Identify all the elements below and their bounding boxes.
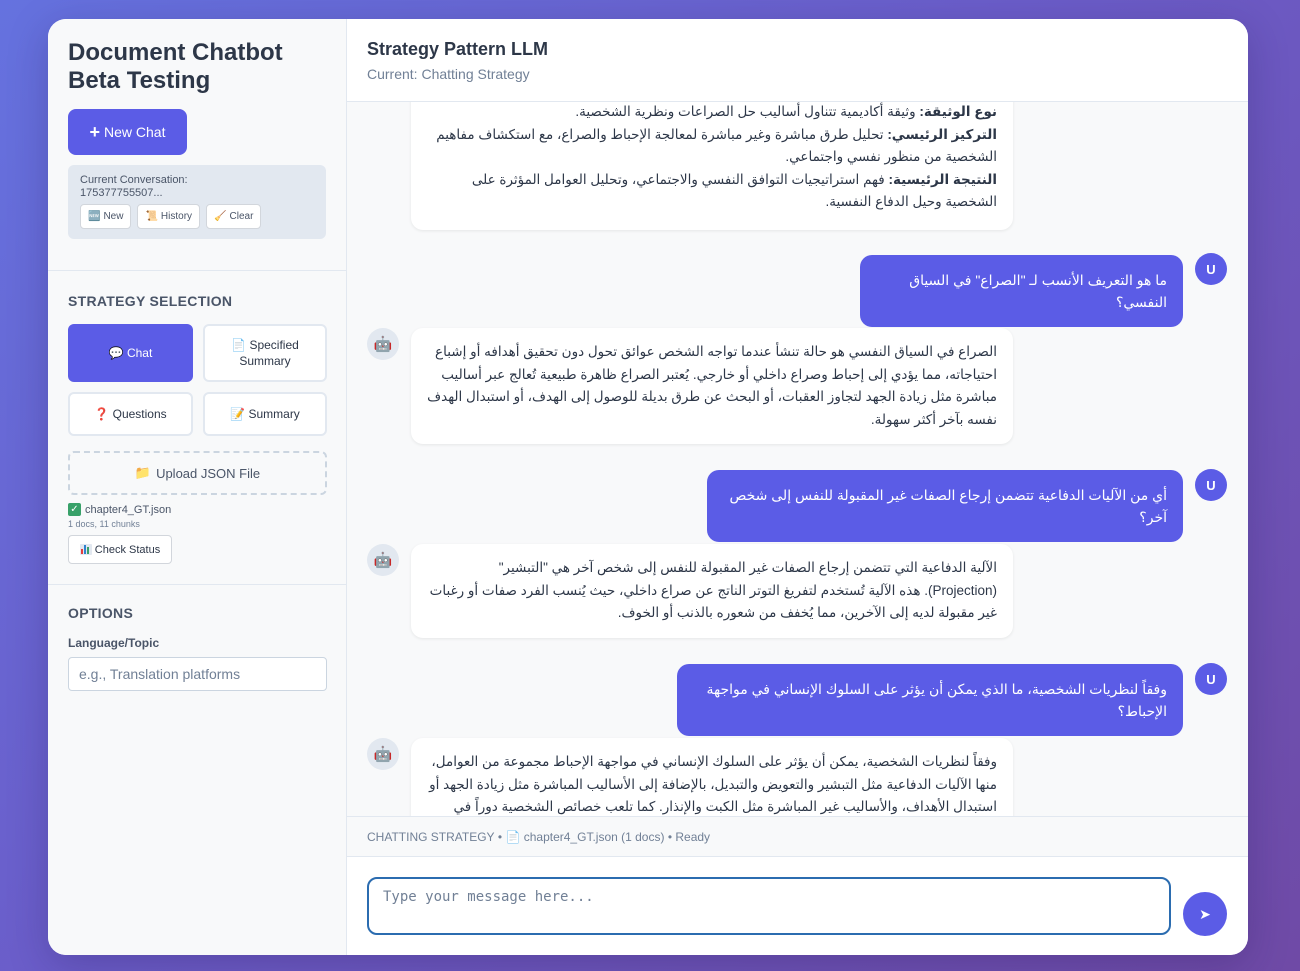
send-button[interactable]: ➤ bbox=[1183, 892, 1227, 936]
options-section-title: OPTIONS bbox=[68, 605, 134, 621]
check-status-label: Check Status bbox=[94, 543, 161, 556]
conversation-id: 175377755507... bbox=[80, 187, 163, 199]
clear-button[interactable]: 🧹 Clear bbox=[206, 204, 262, 229]
user-message: ما هو التعريف الأنسب لـ "الصراع" في السي… bbox=[860, 255, 1183, 327]
bot-message: الآلية الدفاعية التي تتضمن إرجاع الصفات … bbox=[411, 544, 1013, 638]
folder-icon: 📁 bbox=[134, 465, 152, 480]
send-icon: ➤ bbox=[1199, 905, 1211, 922]
broom-icon: 🧹 bbox=[214, 211, 227, 222]
clear-label: Clear bbox=[229, 211, 254, 222]
strategy-chat-label: Chat bbox=[126, 346, 153, 360]
strategy-section-title: STRATEGY SELECTION bbox=[68, 293, 233, 309]
app-title: Document Chatbot Beta Testing bbox=[68, 39, 283, 94]
bot-message: نوع الوثيقة: وثيقة أكاديمية تتناول أسالي… bbox=[411, 102, 1013, 230]
user-avatar: U bbox=[1195, 469, 1227, 501]
upload-json-button[interactable]: 📁 Upload JSON File bbox=[68, 451, 327, 495]
bot-message-bubble: وفقاً لنظريات الشخصية، يمكن أن يؤثر على … bbox=[411, 738, 1013, 816]
topic-input[interactable] bbox=[68, 657, 327, 691]
topic-label: Language/Topic bbox=[68, 636, 160, 650]
status-strategy: CHATTING STRATEGY bbox=[367, 829, 495, 844]
upload-json-label: Upload JSON File bbox=[156, 465, 261, 481]
strategy-section: STRATEGY SELECTION 💬 Chat 📄 Specified Su… bbox=[48, 271, 346, 585]
conversation-panel: Current Conversation: 175377755507... 🆕 … bbox=[68, 165, 326, 239]
user-avatar: U bbox=[1195, 253, 1227, 285]
bot-message-bubble: الصراع في السياق النفسي هو حالة تنشأ عند… bbox=[411, 328, 1013, 444]
message-line: النتيجة الرئيسية: فهم استراتيجيات التواف… bbox=[427, 169, 997, 214]
strategy-summary-label: Summary bbox=[248, 407, 300, 421]
uploaded-file-name: chapter4_GT.json bbox=[85, 503, 172, 516]
question-mark-icon: ❓ bbox=[94, 407, 110, 421]
strategy-questions-label: Questions bbox=[112, 407, 167, 421]
user-message-bubble: ما هو التعريف الأنسب لـ "الصراع" في السي… bbox=[860, 255, 1183, 327]
message-line-bold: نوع الوثيقة: bbox=[919, 104, 997, 119]
separator: • bbox=[494, 829, 506, 844]
strategy-questions-button[interactable]: ❓ Questions bbox=[68, 392, 193, 436]
history-label: History bbox=[160, 211, 193, 222]
status-bar: CHATTING STRATEGY • 📄 chapter4_GT.json (… bbox=[347, 816, 1248, 857]
check-status-button[interactable]: Check Status bbox=[68, 535, 172, 564]
options-section: OPTIONS Language/Topic bbox=[48, 585, 346, 711]
bot-message: الصراع في السياق النفسي هو حالة تنشأ عند… bbox=[411, 328, 1013, 444]
bot-message-bubble: نوع الوثيقة: وثيقة أكاديمية تتناول أسالي… bbox=[411, 102, 1013, 230]
document-icon: 📄 bbox=[231, 338, 247, 352]
conversation-label: Current Conversation: bbox=[80, 174, 188, 186]
strategy-specified-summary-label: Specified Summary bbox=[239, 338, 299, 368]
document-icon: 📄 bbox=[505, 829, 521, 844]
separator: • bbox=[664, 829, 676, 844]
app-window: Document Chatbot Beta Testing + New Chat… bbox=[48, 19, 1248, 955]
strategy-specified-summary-button[interactable]: 📄 Specified Summary bbox=[203, 324, 327, 382]
checkmark-icon: ✓ bbox=[68, 503, 81, 516]
new-conversation-label: New bbox=[103, 211, 124, 222]
new-chat-label: New Chat bbox=[104, 124, 166, 140]
composer: ➤ bbox=[347, 857, 1248, 955]
scroll-icon: 📜 bbox=[145, 211, 158, 222]
uploaded-file-meta: 1 docs, 11 chunks bbox=[68, 519, 140, 529]
message-line: التركيز الرئيسي: تحليل طرق مباشرة وغير م… bbox=[427, 124, 997, 169]
message-line-text: وثيقة أكاديمية تتناول أساليب حل الصراعات… bbox=[575, 104, 920, 119]
bot-message: وفقاً لنظريات الشخصية، يمكن أن يؤثر على … bbox=[411, 738, 1013, 816]
sidebar: Document Chatbot Beta Testing + New Chat… bbox=[48, 19, 347, 955]
strategy-chat-button[interactable]: 💬 Chat bbox=[68, 324, 193, 382]
status-state: Ready bbox=[675, 829, 711, 844]
user-message-bubble: أي من الآليات الدفاعية تتضمن إرجاع الصفا… bbox=[707, 470, 1183, 542]
user-message-bubble: وفقاً لنظريات الشخصية، ما الذي يمكن أن ي… bbox=[677, 664, 1183, 736]
new-icon: 🆕 bbox=[88, 211, 101, 222]
plus-icon: + bbox=[89, 121, 101, 142]
history-button[interactable]: 📜 History bbox=[137, 204, 201, 229]
sidebar-header: Document Chatbot Beta Testing + New Chat… bbox=[48, 19, 346, 271]
user-avatar: U bbox=[1195, 663, 1227, 695]
message-input[interactable] bbox=[367, 877, 1171, 935]
new-chat-button[interactable]: + New Chat bbox=[68, 109, 187, 155]
status-file: chapter4_GT.json (1 docs) bbox=[523, 829, 665, 844]
message-list[interactable]: نوع الوثيقة: وثيقة أكاديمية تتناول أسالي… bbox=[347, 102, 1248, 816]
main-panel: Strategy Pattern LLM Current: Chatting S… bbox=[347, 19, 1248, 955]
memo-icon: 📝 bbox=[230, 407, 246, 421]
speech-bubble-icon: 💬 bbox=[108, 346, 124, 360]
bot-message-bubble: الآلية الدفاعية التي تتضمن إرجاع الصفات … bbox=[411, 544, 1013, 638]
message-line-bold: التركيز الرئيسي: bbox=[887, 126, 997, 142]
main-header: Strategy Pattern LLM Current: Chatting S… bbox=[347, 19, 1248, 102]
user-message: وفقاً لنظريات الشخصية، ما الذي يمكن أن ي… bbox=[677, 664, 1183, 736]
message-line: نوع الوثيقة: وثيقة أكاديمية تتناول أسالي… bbox=[427, 102, 997, 124]
robot-icon: 🤖 bbox=[367, 544, 399, 576]
robot-icon: 🤖 bbox=[367, 328, 399, 360]
user-message: أي من الآليات الدفاعية تتضمن إرجاع الصفا… bbox=[707, 470, 1183, 542]
current-strategy: Current: Chatting Strategy bbox=[367, 66, 530, 82]
bar-chart-icon bbox=[79, 544, 92, 555]
robot-icon: 🤖 bbox=[367, 738, 399, 770]
message-line-bold: النتيجة الرئيسية: bbox=[888, 171, 997, 187]
strategy-summary-button[interactable]: 📝 Summary bbox=[203, 392, 327, 436]
uploaded-file: ✓ chapter4_GT.json bbox=[68, 503, 326, 516]
main-title: Strategy Pattern LLM bbox=[367, 39, 549, 59]
new-conversation-button[interactable]: 🆕 New bbox=[80, 204, 132, 229]
